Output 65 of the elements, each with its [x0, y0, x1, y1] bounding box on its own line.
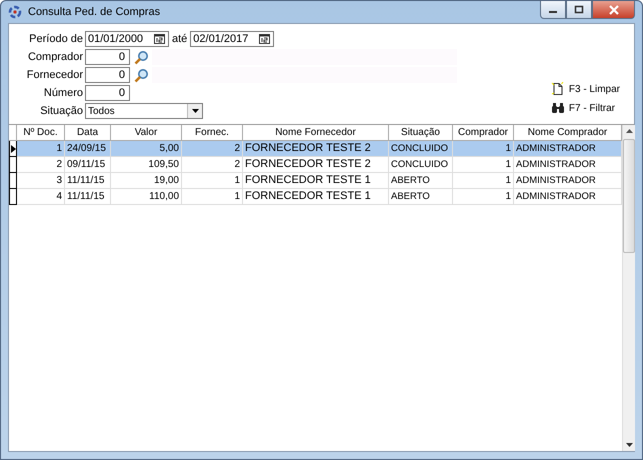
table-cell: CONCLUIDO: [389, 141, 453, 157]
table-row[interactable]: 4 11/11/15 110,00 1 FORNECEDOR TESTE 1 ABERTO 1 ADMINISTRADOR: [9, 189, 622, 205]
table-cell: ABERTO: [389, 189, 453, 205]
buyer-label: Comprador: [26, 50, 83, 65]
number-field[interactable]: 0: [85, 85, 130, 101]
scroll-down-icon[interactable]: [626, 443, 632, 447]
status-label: Situação: [39, 104, 83, 119]
window-title: Consulta Ped. de Compras: [28, 6, 160, 18]
calendar-icon[interactable]: [154, 34, 165, 44]
search-icon[interactable]: [134, 50, 149, 64]
until-label: até: [172, 33, 188, 45]
table-cell: 1: [182, 189, 243, 205]
close-button[interactable]: [592, 1, 635, 19]
table-cell: FORNECEDOR TESTE 2: [243, 141, 389, 157]
table-cell: 4: [17, 189, 65, 205]
minimize-button[interactable]: [540, 1, 566, 19]
table-cell: 109,50: [111, 157, 182, 173]
table-cell: ABERTO: [389, 173, 453, 189]
table-cell: CONCLUIDO: [389, 157, 453, 173]
table-cell: 5,00: [111, 141, 182, 157]
table-cell: 1: [182, 173, 243, 189]
table-cell: 3: [17, 173, 65, 189]
date-from-field[interactable]: 01/01/2000: [85, 31, 169, 47]
binoculars-icon: [550, 102, 565, 114]
table-cell: 11/11/15: [65, 189, 111, 205]
table-row[interactable]: 3 11/11/15 19,00 1 FORNECEDOR TESTE 1 ABERTO 1 ADMINISTRADOR: [9, 173, 622, 189]
table-cell: 1: [17, 141, 65, 157]
period-label: Período de: [28, 32, 83, 47]
status-dropdown[interactable]: Todos: [85, 103, 203, 119]
table-cell: 2: [17, 157, 65, 173]
supplier-field[interactable]: 0: [85, 67, 130, 83]
maximize-button[interactable]: [566, 1, 592, 19]
table-cell: 1: [453, 189, 514, 205]
date-to-field[interactable]: 02/01/2017: [190, 31, 274, 47]
table-cell: 1: [453, 173, 514, 189]
table-cell: 2: [182, 141, 243, 157]
table-cell: 09/11/15: [65, 157, 111, 173]
table-cell: FORNECEDOR TESTE 2: [243, 157, 389, 173]
table-cell: ADMINISTRADOR: [514, 141, 622, 157]
table-cell: 11/11/15: [65, 173, 111, 189]
table-cell: 110,00: [111, 189, 182, 205]
filter-button[interactable]: F7 - Filtrar: [550, 102, 620, 114]
buyer-field[interactable]: 0: [85, 49, 130, 65]
app-icon: [8, 5, 22, 19]
maximize-icon: [574, 5, 584, 14]
supplier-label: Fornecedor: [26, 68, 83, 83]
table-row[interactable]: 1 24/09/15 5,00 2 FORNECEDOR TESTE 2 CONCLUIDO 1 ADMINISTRADOR: [9, 141, 622, 157]
table-cell: FORNECEDOR TESTE 1: [243, 173, 389, 189]
table-cell: 19,00: [111, 173, 182, 189]
table-cell: 1: [453, 157, 514, 173]
table-cell: FORNECEDOR TESTE 1: [243, 189, 389, 205]
caret-icon: [192, 109, 198, 113]
document-icon: [550, 82, 565, 96]
close-icon: [608, 4, 620, 14]
table-row[interactable]: 2 09/11/15 109,50 2 FORNECEDOR TESTE 2 CONCLUIDO 1 ADMINISTRADOR: [9, 157, 622, 173]
vertical-scrollbar[interactable]: [622, 125, 635, 451]
number-label: Número: [42, 86, 83, 101]
table-cell: 1: [453, 141, 514, 157]
calendar-icon[interactable]: [259, 34, 270, 44]
search-icon[interactable]: [134, 68, 149, 82]
clear-button[interactable]: F3 - Limpar: [550, 82, 620, 96]
table-cell: 2: [182, 157, 243, 173]
scroll-thumb[interactable]: [623, 139, 635, 253]
table-cell: 24/09/15: [65, 141, 111, 157]
scroll-up-icon[interactable]: [626, 129, 632, 133]
